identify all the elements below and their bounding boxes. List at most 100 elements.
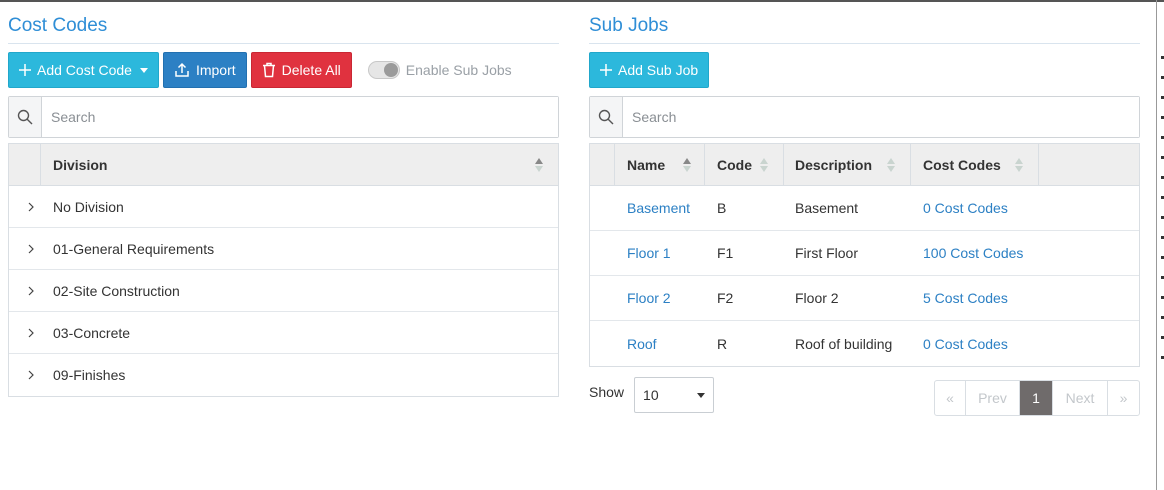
division-label: 03-Concrete	[53, 324, 131, 341]
next-page-button[interactable]: Next	[1053, 381, 1108, 415]
sub-job-description: Basement	[795, 200, 859, 216]
upload-icon	[175, 62, 189, 77]
sub-job-name-link[interactable]: Floor 2	[627, 290, 671, 306]
description-column-header[interactable]: Description	[784, 144, 911, 185]
cost-codes-panel: Cost Codes Add Cost Code Import Delete A…	[8, 12, 559, 397]
current-page-button[interactable]: 1	[1020, 381, 1053, 415]
name-column-header[interactable]: Name	[615, 144, 705, 185]
description-header-label: Description	[795, 156, 873, 173]
divisions-header-row: Division	[9, 144, 558, 186]
sub-job-cost-codes-link[interactable]: 5 Cost Codes	[923, 290, 1008, 306]
chevron-right-icon[interactable]	[9, 202, 53, 212]
page-size-select[interactable]: 10	[634, 377, 715, 413]
sub-jobs-search-input[interactable]	[623, 97, 1139, 137]
sub-jobs-title: Sub Jobs	[589, 12, 1140, 44]
division-row[interactable]: 09-Finishes	[9, 354, 558, 396]
sub-job-code: F1	[717, 245, 734, 261]
division-row[interactable]: 02-Site Construction	[9, 270, 558, 312]
table-row: Floor 2 F2 Floor 2 5 Cost Codes	[590, 276, 1139, 321]
sort-icon	[887, 158, 896, 172]
pagination: « Prev 1 Next »	[934, 380, 1140, 416]
sub-jobs-footer: Show 10 « Prev 1 Next »	[589, 377, 1140, 416]
spacer-column-header	[1039, 144, 1139, 185]
division-row[interactable]: No Division	[9, 186, 558, 228]
cost-codes-search-input[interactable]	[42, 97, 558, 137]
window-top-border	[0, 0, 1164, 2]
division-label: No Division	[53, 198, 124, 215]
sub-jobs-toolbar: Add Sub Job	[589, 52, 1140, 88]
cost-codes-search	[8, 96, 559, 138]
chevron-right-icon[interactable]	[9, 286, 53, 296]
table-row: Roof R Roof of building 0 Cost Codes	[590, 321, 1139, 366]
sort-icon	[683, 158, 692, 172]
division-row[interactable]: 03-Concrete	[9, 312, 558, 354]
add-sub-job-button[interactable]: Add Sub Job	[589, 52, 710, 88]
division-label: 09-Finishes	[53, 367, 126, 383]
search-addon	[590, 97, 623, 137]
sort-icon	[760, 158, 769, 172]
search-icon	[598, 109, 614, 125]
trash-icon	[262, 62, 275, 78]
code-header-label: Code	[717, 156, 752, 173]
select-column-header	[590, 144, 615, 185]
add-cost-code-button[interactable]: Add Cost Code	[8, 52, 159, 88]
plus-icon	[600, 64, 612, 76]
sub-job-name-link[interactable]: Roof	[627, 336, 657, 352]
delete-all-button[interactable]: Delete All	[250, 52, 352, 88]
divisions-grid: Division No Division 01-General Requirem…	[8, 143, 559, 397]
division-column-header[interactable]: Division	[41, 144, 558, 185]
table-row: Floor 1 F1 First Floor 100 Cost Codes	[590, 231, 1139, 276]
division-label: 01-General Requirements	[53, 240, 215, 257]
sub-job-description: First Floor	[795, 245, 858, 261]
show-label: Show	[589, 384, 625, 400]
page-size-control: Show 10	[589, 377, 715, 413]
cost-codes-title: Cost Codes	[8, 12, 559, 44]
chevron-right-icon[interactable]	[9, 244, 53, 254]
import-button[interactable]: Import	[162, 52, 247, 88]
sub-job-code: R	[717, 335, 728, 352]
sub-job-description: Roof of building	[795, 335, 893, 352]
enable-sub-jobs-label: Enable Sub Jobs	[405, 62, 512, 78]
division-header-label: Division	[53, 156, 108, 173]
last-page-button[interactable]: »	[1108, 381, 1139, 415]
sub-jobs-panel: Sub Jobs Add Sub Job Name Code Descripti…	[589, 12, 1140, 416]
add-sub-job-label: Add Sub Job	[618, 62, 699, 78]
page-size-value: 10	[643, 387, 659, 403]
toggle-knob	[383, 63, 398, 77]
sub-job-name-link[interactable]: Floor 1	[627, 245, 671, 261]
sub-job-code: F2	[717, 290, 734, 306]
cost-codes-toolbar: Add Cost Code Import Delete All Enable S…	[8, 52, 559, 88]
code-column-header[interactable]: Code	[705, 144, 784, 185]
prev-page-button[interactable]: Prev	[966, 381, 1020, 415]
sub-job-cost-codes-link[interactable]: 0 Cost Codes	[923, 200, 1008, 216]
division-label: 02-Site Construction	[53, 282, 180, 299]
sort-icon	[535, 158, 544, 172]
sub-job-cost-codes-link[interactable]: 0 Cost Codes	[923, 336, 1008, 352]
division-row[interactable]: 01-General Requirements	[9, 228, 558, 270]
cost-codes-column-header[interactable]: Cost Codes	[911, 144, 1039, 185]
caret-down-icon	[697, 392, 706, 398]
enable-sub-jobs-control: Enable Sub Jobs	[367, 61, 512, 79]
sub-job-cost-codes-link[interactable]: 100 Cost Codes	[923, 245, 1023, 261]
sub-jobs-header-row: Name Code Description Cost Codes	[590, 144, 1139, 186]
add-cost-code-label: Add Cost Code	[37, 62, 132, 78]
table-row: Basement B Basement 0 Cost Codes	[590, 186, 1139, 231]
sub-jobs-list: Basement B Basement 0 Cost Codes Floor 1…	[590, 186, 1139, 366]
plus-icon	[19, 64, 31, 76]
enable-sub-jobs-toggle[interactable]	[367, 61, 400, 79]
sub-job-code: B	[717, 200, 727, 216]
sub-job-name-link[interactable]: Basement	[627, 200, 690, 216]
expand-column-header	[9, 144, 41, 185]
first-page-button[interactable]: «	[935, 381, 966, 415]
search-addon	[9, 97, 42, 137]
cost-codes-header-label: Cost Codes	[923, 156, 1001, 173]
sort-icon	[1015, 158, 1024, 172]
delete-all-label: Delete All	[281, 62, 341, 78]
name-header-label: Name	[627, 156, 666, 173]
search-icon	[17, 109, 33, 125]
chevron-right-icon[interactable]	[9, 370, 53, 380]
chevron-right-icon[interactable]	[9, 328, 53, 338]
sub-job-description: Floor 2	[795, 290, 839, 306]
sub-jobs-grid: Name Code Description Cost Codes Basemen…	[589, 143, 1140, 367]
divisions-list: No Division 01-General Requirements 02-S…	[9, 186, 558, 396]
